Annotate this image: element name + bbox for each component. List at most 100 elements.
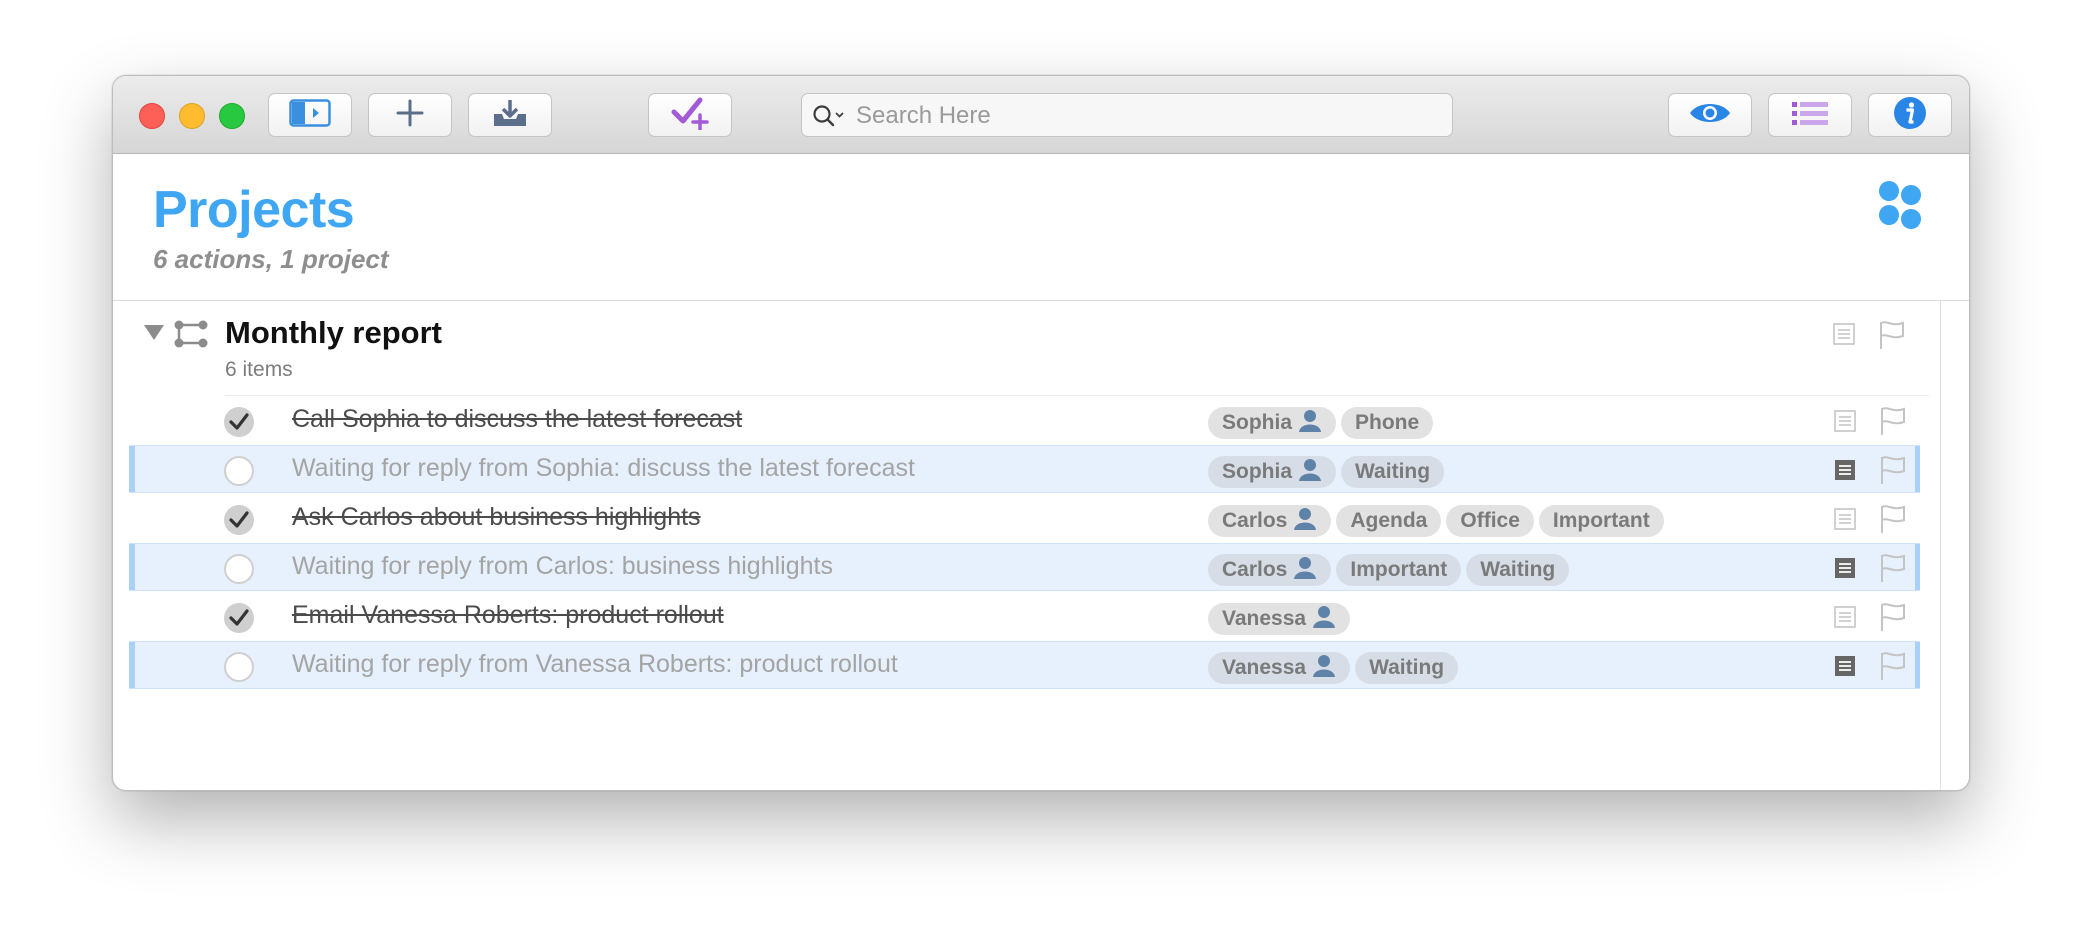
checkmark-icon xyxy=(229,609,249,626)
tag-label: Vanessa xyxy=(1222,656,1307,679)
sidebar-toggle-icon xyxy=(289,98,331,132)
view-options-button[interactable] xyxy=(1668,93,1752,137)
status-circle-unchecked[interactable] xyxy=(224,554,254,584)
tag-chip[interactable]: Waiting xyxy=(1355,652,1459,684)
note-icon[interactable] xyxy=(1834,508,1856,535)
tag-label: Carlos xyxy=(1222,509,1288,532)
status-circle-checked[interactable] xyxy=(224,505,254,535)
quick-entry-button[interactable] xyxy=(648,93,732,137)
projects-perspective-icon xyxy=(1877,179,1925,236)
perspective-header: Projects 6 actions, 1 project xyxy=(113,154,1969,301)
project-title[interactable]: Monthly report xyxy=(225,315,442,351)
tag-list: Vanessa xyxy=(1208,603,1351,635)
flag-icon[interactable] xyxy=(1879,504,1907,539)
flag-icon[interactable] xyxy=(1879,406,1907,441)
tag-label: Vanessa xyxy=(1222,607,1307,630)
action-title[interactable]: Email Vanessa Roberts: product rollout xyxy=(292,601,724,630)
tag-chip[interactable]: Waiting xyxy=(1341,456,1445,488)
flag-icon[interactable] xyxy=(1879,553,1907,588)
note-icon[interactable] xyxy=(1834,459,1856,486)
person-icon xyxy=(1293,555,1317,585)
status-circle-checked[interactable] xyxy=(224,407,254,437)
tag-chip[interactable]: Carlos xyxy=(1208,554,1332,586)
tag-label: Waiting xyxy=(1480,558,1556,581)
action-title[interactable]: Call Sophia to discuss the latest foreca… xyxy=(292,405,742,434)
outline-button[interactable] xyxy=(1768,93,1852,137)
app-window: Projects 6 actions, 1 project xyxy=(112,75,1970,791)
page-subtitle: 6 actions, 1 project xyxy=(153,244,389,274)
action-title[interactable]: Waiting for reply from Carlos: business … xyxy=(292,552,833,581)
tag-chip[interactable]: Waiting xyxy=(1466,554,1570,586)
tag-chip[interactable]: Important xyxy=(1336,554,1462,586)
zoom-window-button[interactable] xyxy=(219,103,245,129)
tag-chip[interactable]: Sophia xyxy=(1208,456,1337,488)
tag-label: Important xyxy=(1350,558,1448,581)
tag-chip[interactable]: Vanessa xyxy=(1208,652,1351,684)
flag-icon[interactable] xyxy=(1879,455,1907,490)
inspector-button[interactable] xyxy=(1868,93,1952,137)
action-title[interactable]: Waiting for reply from Vanessa Roberts: … xyxy=(292,650,898,679)
toolbar xyxy=(113,76,1969,154)
flag-icon[interactable] xyxy=(1879,602,1907,637)
page-title: Projects xyxy=(153,181,355,239)
person-icon xyxy=(1298,408,1322,438)
flag-icon[interactable] xyxy=(1878,320,1906,355)
tag-list: Vanessa Waiting xyxy=(1208,652,1459,684)
tag-chip[interactable]: Agenda xyxy=(1336,505,1442,537)
table-row[interactable]: Ask Carlos about business highlights Carl… xyxy=(129,495,1920,543)
project-item-count: 6 items xyxy=(225,358,293,381)
status-circle-unchecked[interactable] xyxy=(224,652,254,682)
eye-icon xyxy=(1688,100,1732,131)
sidebar-toggle-button[interactable] xyxy=(268,93,352,137)
table-row[interactable]: Call Sophia to discuss the latest foreca… xyxy=(129,397,1920,445)
close-window-button[interactable] xyxy=(139,103,165,129)
tag-label: Carlos xyxy=(1222,558,1288,581)
disclosure-triangle-icon[interactable] xyxy=(143,323,165,346)
status-circle-unchecked[interactable] xyxy=(224,456,254,486)
tag-list: Sophia Waiting xyxy=(1208,456,1445,488)
checkmark-icon xyxy=(229,511,249,528)
project-icon xyxy=(173,319,209,354)
table-row-waiting[interactable]: Waiting for reply from Carlos: business … xyxy=(129,543,1920,591)
tag-label: Sophia xyxy=(1222,460,1293,483)
note-icon[interactable] xyxy=(1834,557,1856,584)
checkmark-icon xyxy=(229,413,249,430)
tag-list: Sophia Phone xyxy=(1208,407,1434,439)
tag-chip[interactable]: Important xyxy=(1538,505,1664,537)
action-title[interactable]: Ask Carlos about business highlights xyxy=(292,503,701,532)
tag-chip[interactable]: Phone xyxy=(1341,407,1434,439)
tag-label: Sophia xyxy=(1222,411,1293,434)
separator xyxy=(225,395,1929,396)
tag-chip[interactable]: Sophia xyxy=(1208,407,1337,439)
search-field[interactable] xyxy=(801,93,1453,137)
note-icon[interactable] xyxy=(1834,410,1856,437)
info-icon xyxy=(1893,96,1927,135)
inbox-button[interactable] xyxy=(468,93,552,137)
tag-chip[interactable]: Carlos xyxy=(1208,505,1332,537)
person-icon xyxy=(1293,506,1317,536)
list-icon xyxy=(1790,100,1830,131)
person-icon xyxy=(1312,653,1336,683)
search-input[interactable] xyxy=(854,100,1438,132)
flag-icon[interactable] xyxy=(1879,651,1907,686)
check-plus-icon xyxy=(670,96,710,135)
inbox-download-icon xyxy=(492,98,528,133)
tag-chip[interactable]: Office xyxy=(1446,505,1534,537)
tag-label: Important xyxy=(1552,509,1650,532)
note-icon[interactable] xyxy=(1833,323,1855,350)
tag-label: Office xyxy=(1460,509,1520,532)
plus-icon xyxy=(396,99,424,132)
action-title[interactable]: Waiting for reply from Sophia: discuss t… xyxy=(292,454,915,483)
table-row[interactable]: Email Vanessa Roberts: product rollout Va… xyxy=(129,593,1920,641)
tag-list: Carlos Agenda Office Important xyxy=(1208,505,1664,537)
tag-chip[interactable]: Vanessa xyxy=(1208,603,1351,635)
table-row-waiting[interactable]: Waiting for reply from Vanessa Roberts: … xyxy=(129,641,1920,689)
tag-label: Phone xyxy=(1355,411,1420,434)
status-circle-checked[interactable] xyxy=(224,603,254,633)
person-icon xyxy=(1298,457,1322,487)
add-button[interactable] xyxy=(368,93,452,137)
note-icon[interactable] xyxy=(1834,655,1856,682)
minimize-window-button[interactable] xyxy=(179,103,205,129)
table-row-waiting[interactable]: Waiting for reply from Sophia: discuss t… xyxy=(129,445,1920,493)
note-icon[interactable] xyxy=(1834,606,1856,633)
